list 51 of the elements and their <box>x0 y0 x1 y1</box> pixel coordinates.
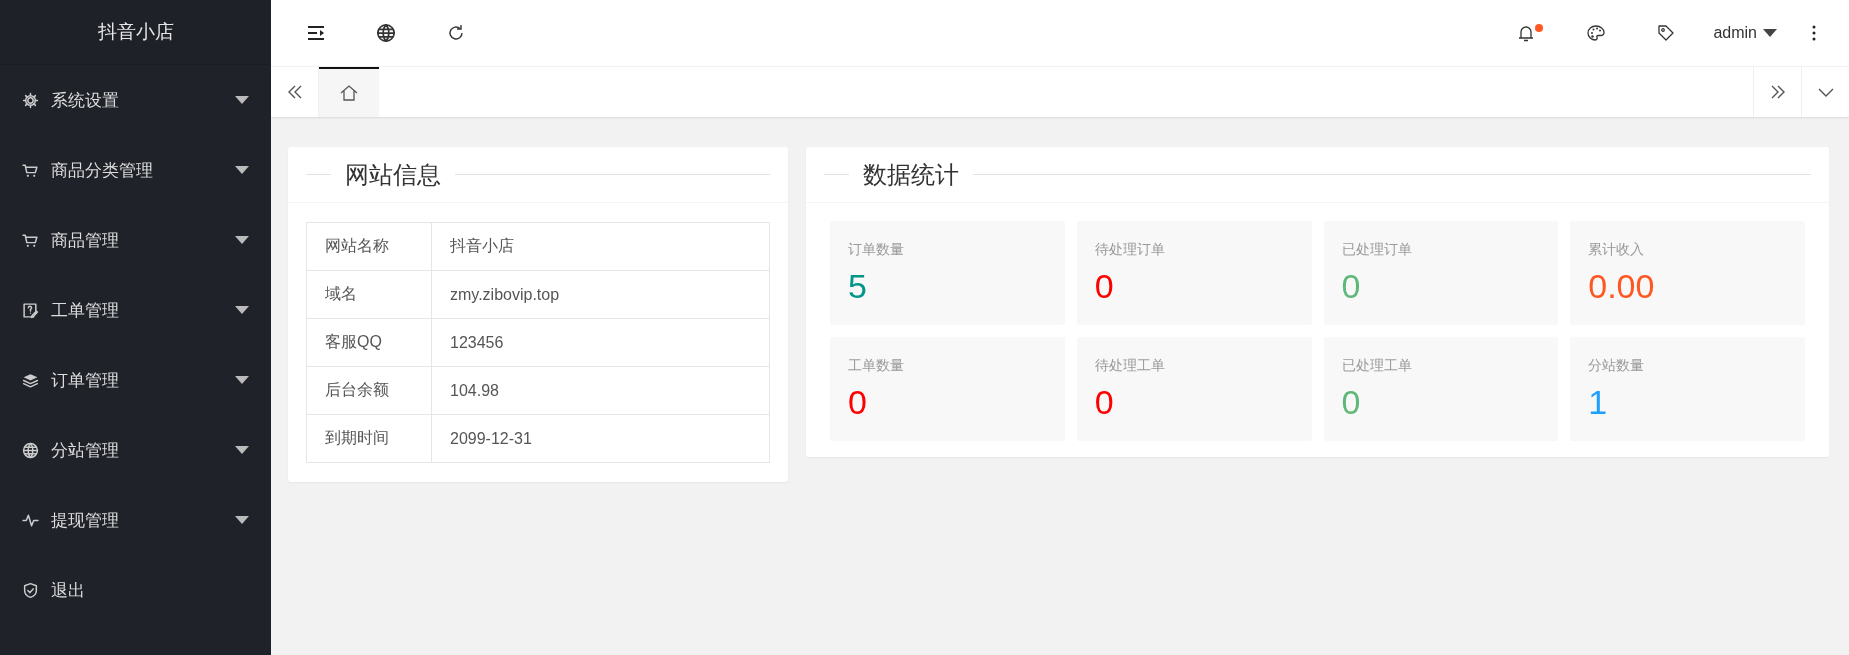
stat-value: 0 <box>1341 266 1362 306</box>
card-title: 数据统计 <box>862 159 960 190</box>
table-cell: 2099-12-31 <box>431 414 770 463</box>
sidebar-item[interactable]: 系统设置 <box>0 65 271 135</box>
card-title: 网站信息 <box>344 159 442 190</box>
stat-value: 1 <box>1588 382 1609 422</box>
layers-icon <box>22 371 39 389</box>
home-icon <box>339 83 359 103</box>
table-cell: 104.98 <box>431 366 770 415</box>
stat-label: 已处理订单 <box>1341 240 1413 259</box>
table-cell: 123456 <box>431 318 770 367</box>
stat-label: 已处理工单 <box>1341 356 1413 375</box>
stat-value: 0 <box>1094 266 1115 306</box>
pulse-icon <box>22 511 39 529</box>
sidebar-item[interactable]: 分站管理 <box>0 415 271 485</box>
stat-value: 5 <box>848 266 868 306</box>
stat-value: 0.00 <box>1588 266 1656 306</box>
table-cell: 网站名称 <box>306 222 432 271</box>
gear-icon <box>22 91 39 109</box>
cart-icon <box>22 231 39 249</box>
dropdown-icon[interactable] <box>1801 67 1849 117</box>
caret-icon <box>1763 29 1777 37</box>
stat-value: 0 <box>1094 382 1115 422</box>
sidebar-title: 抖音小店 <box>97 20 174 44</box>
sidebar-item[interactable]: 商品管理 <box>0 205 271 275</box>
stat-label: 订单数量 <box>848 240 905 259</box>
user-menu[interactable]: admin <box>1701 13 1789 53</box>
stat-label: 累计收入 <box>1588 240 1646 259</box>
stat-label: 工单数量 <box>848 356 905 375</box>
shield-icon <box>22 581 39 599</box>
stat-label: 分站数量 <box>1588 356 1646 375</box>
table-cell: 域名 <box>306 270 432 319</box>
sidebar-item[interactable]: 提现管理 <box>0 485 271 555</box>
globe-icon <box>22 441 39 459</box>
stat-value: 0 <box>1341 382 1362 422</box>
cart-icon <box>22 161 39 179</box>
table-cell: 客服QQ <box>306 318 432 367</box>
sidebar-item[interactable]: 订单管理 <box>0 345 271 415</box>
sidebar-item[interactable]: 退出 <box>0 555 271 625</box>
table-cell: 抖音小店 <box>431 222 770 271</box>
stat-label: 待处理订单 <box>1094 240 1166 259</box>
table-cell: 后台余额 <box>306 366 432 415</box>
stat-label: 待处理工单 <box>1094 356 1166 375</box>
home-tab[interactable] <box>319 67 379 117</box>
table-cell: zmy.zibovip.top <box>431 270 770 319</box>
sidebar-item[interactable]: 商品分类管理 <box>0 135 271 205</box>
scroll-right-icon[interactable] <box>1753 67 1801 117</box>
table-cell: 到期时间 <box>306 414 432 463</box>
help-document-icon <box>22 301 39 319</box>
sidebar-item[interactable]: 工单管理 <box>0 275 271 345</box>
stat-value: 0 <box>848 382 868 422</box>
